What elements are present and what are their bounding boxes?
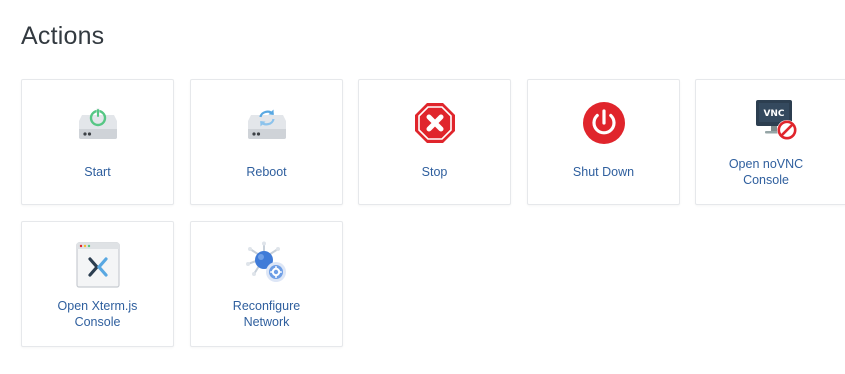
- page-title: Actions: [21, 22, 105, 50]
- stop-octagon-icon: [410, 98, 460, 148]
- vnc-monitor-icon: VNC: [751, 96, 801, 146]
- server-reboot-icon: [242, 98, 292, 148]
- open-xterm-console-label: Open Xterm.js Console: [57, 299, 138, 329]
- start-label: Start: [84, 165, 111, 179]
- open-novnc-console-card[interactable]: VNC Open noVNC Console: [695, 79, 845, 205]
- open-xterm-console-card[interactable]: Open Xterm.js Console: [21, 221, 174, 347]
- network-config-icon: [242, 240, 292, 290]
- reconfigure-network-card[interactable]: Reconfigure Network: [190, 221, 343, 347]
- svg-text:VNC: VNC: [763, 109, 784, 119]
- shutdown-action-card[interactable]: Shut Down: [527, 79, 680, 205]
- stop-label: Stop: [421, 165, 448, 179]
- start-action-card[interactable]: Start: [21, 79, 174, 205]
- reconfigure-network-label: Reconfigure Network: [232, 299, 301, 329]
- reboot-label: Reboot: [246, 165, 287, 179]
- reboot-action-card[interactable]: Reboot: [190, 79, 343, 205]
- power-button-icon: [579, 98, 629, 148]
- stop-action-card[interactable]: Stop: [358, 79, 511, 205]
- shutdown-label: Shut Down: [572, 165, 635, 179]
- server-power-icon: [73, 98, 123, 148]
- xterm-window-icon: [73, 240, 123, 290]
- open-novnc-console-label: Open noVNC Console: [728, 157, 804, 187]
